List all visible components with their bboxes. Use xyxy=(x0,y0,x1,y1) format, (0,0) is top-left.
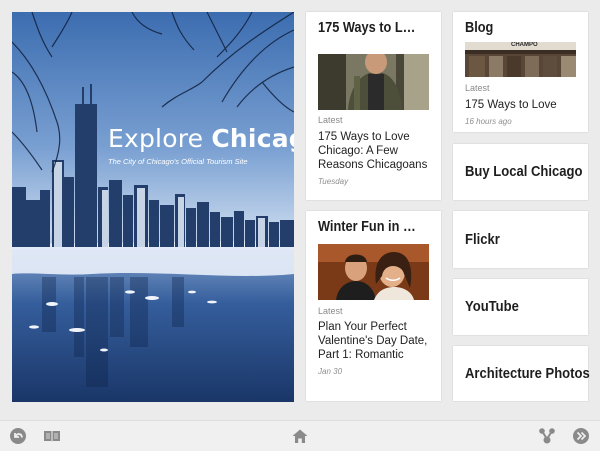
card-blog[interactable]: Blog CHAMPO Latest 175 Ways to Love 16 h… xyxy=(453,12,588,132)
chicago-skyline-image xyxy=(12,12,294,402)
card-youtube[interactable]: YouTube xyxy=(453,279,588,335)
story-headline[interactable]: 175 Ways to Love xyxy=(465,98,583,112)
cover-subtitle: The City of Chicago's Official Tourism S… xyxy=(108,157,248,166)
card-title: 175 Ways to Love... xyxy=(318,20,419,36)
card-title: Flickr xyxy=(465,231,500,248)
story-headline[interactable]: 175 Ways to Love Chicago: A Few Reasons … xyxy=(318,130,433,172)
cover-explore-chicago[interactable]: Explore Chicago The City of Chicago's Of… xyxy=(12,12,294,402)
card-title: YouTube xyxy=(465,299,519,315)
card-flickr[interactable]: Flickr xyxy=(453,211,588,268)
card-title: Winter Fun in Chi... xyxy=(318,219,420,235)
card-title: Architecture Photos xyxy=(465,365,590,382)
card-title: Blog xyxy=(465,20,494,36)
card-architecture-photos[interactable]: Architecture Photos xyxy=(453,346,590,401)
story-timestamp: Tuesday xyxy=(318,177,349,186)
meta-label: Latest xyxy=(318,306,343,316)
forward-icon[interactable] xyxy=(572,427,590,445)
card-175-ways-to-love[interactable]: 175 Ways to Love... Latest 175 Ways to L… xyxy=(306,12,441,200)
story-photo-storefront: CHAMPO xyxy=(465,42,576,77)
shop-sign-text: CHAMPO xyxy=(511,42,538,48)
card-buy-local-chicago[interactable]: Buy Local Chicago xyxy=(453,144,588,200)
story-photo-couple xyxy=(318,244,429,300)
story-timestamp: Jan 30 xyxy=(318,367,343,376)
home-icon[interactable] xyxy=(291,427,309,445)
back-icon[interactable] xyxy=(9,427,27,445)
story-photo-man-in-jacket xyxy=(318,54,429,110)
meta-label: Latest xyxy=(465,83,490,93)
contents-icon[interactable] xyxy=(42,427,62,445)
story-headline[interactable]: Plan Your Perfect Valentine's Day Date, … xyxy=(318,320,433,362)
share-icon[interactable] xyxy=(538,427,556,445)
cover-title: Explore Chicago xyxy=(108,124,294,153)
card-winter-fun[interactable]: Winter Fun in Chi... Latest Plan Your Pe… xyxy=(306,211,441,401)
bottom-toolbar xyxy=(0,420,600,451)
card-title: Buy Local Chicago xyxy=(465,164,583,180)
story-timestamp: 16 hours ago xyxy=(465,117,512,126)
meta-label: Latest xyxy=(318,115,343,125)
